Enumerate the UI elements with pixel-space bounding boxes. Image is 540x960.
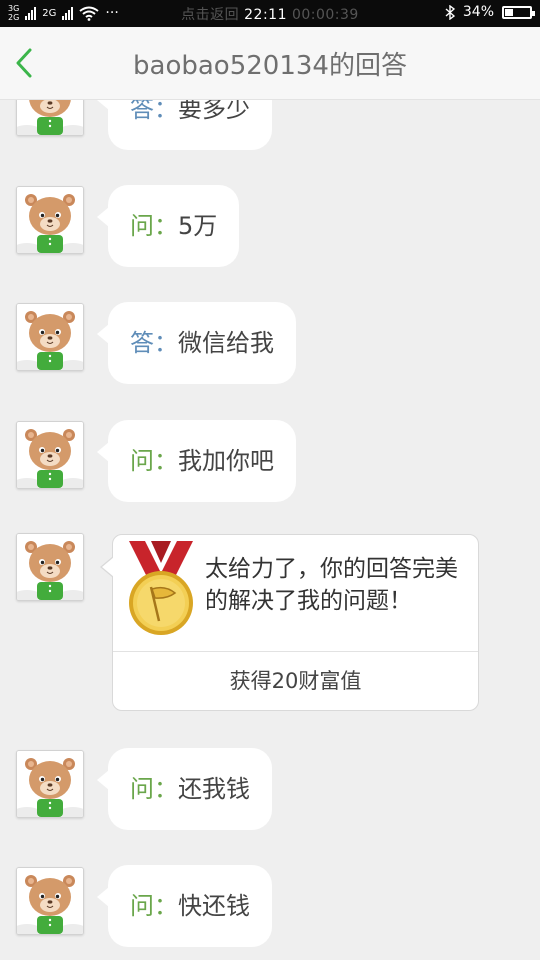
battery-icon [502,5,535,19]
praise-card: 太给力了，你的回答完美的解决了我的问题！ 获得20财富值 [100,534,479,711]
question-tag: 问： [130,892,178,920]
answer-tag: 答： [130,329,178,357]
reward-label[interactable]: 获得20财富值 [113,652,478,710]
message-text: 5万 [178,212,218,240]
avatar[interactable] [16,186,84,254]
avatar[interactable] [16,303,84,371]
message-bubble: 问：还我钱 [97,748,272,830]
avatar[interactable] [16,867,84,935]
message-bubble: 问：5万 [96,185,240,267]
message-text: 快还钱 [178,892,250,920]
message-text: 我加你吧 [178,447,274,475]
avatar[interactable] [16,533,84,601]
message-bubble: 问：我加你吧 [97,420,296,502]
avatar[interactable] [16,750,84,818]
question-tag: 问： [130,212,178,240]
return-call-hint[interactable]: 点击返回 [181,7,239,23]
question-tag: 问： [130,775,178,803]
message-bubble: 问：快还钱 [97,865,272,947]
praise-text: 太给力了，你的回答完美的解决了我的问题！ [205,556,458,614]
status-bar: 3G 2G 2G ··· 点击返回 22:11 00:00:39 34% [0,0,540,27]
gold-medal-icon [129,541,193,635]
battery-percent: 34% [462,4,494,20]
message-text: 还我钱 [178,775,250,803]
page-title: baobao520134的回答 [133,51,407,81]
bluetooth-icon [445,4,455,20]
title-bar: baobao520134的回答 [0,27,540,100]
question-tag: 问： [130,447,178,475]
clock: 22:11 [244,7,287,23]
call-timer: 00:00:39 [291,7,359,23]
avatar[interactable] [16,421,84,489]
message-bubble: 答：微信给我 [97,302,296,384]
status-right: 34% [445,4,535,20]
message-text: 微信给我 [178,329,274,357]
